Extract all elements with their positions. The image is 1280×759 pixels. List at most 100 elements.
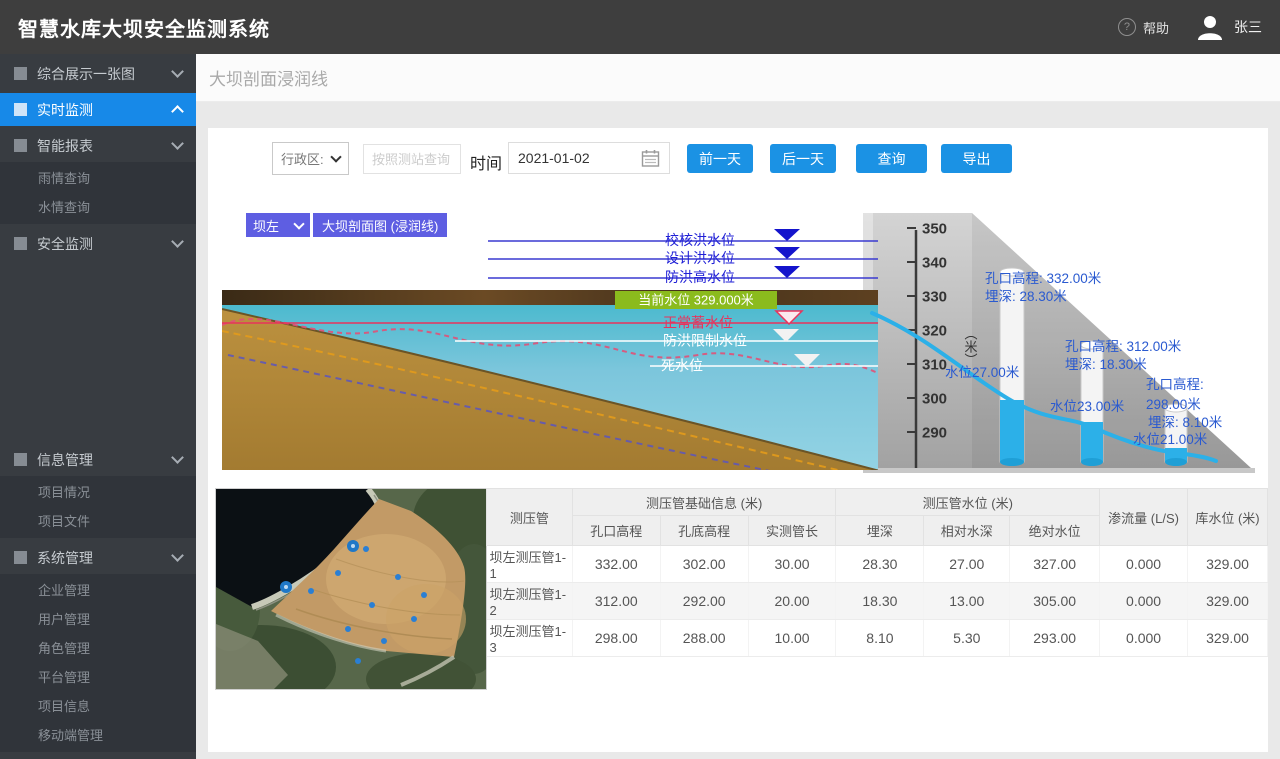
- pipe1-orifice-label: 孔口高程: 332.00米: [985, 270, 1102, 286]
- col-relative-depth: 相对水深: [924, 516, 1010, 546]
- pipe2-level-label: 水位23.00米: [1050, 399, 1125, 414]
- cell: 0.000: [1100, 620, 1188, 657]
- normal-level-label: 正常蓄水位: [663, 315, 733, 331]
- col-reservoir: 库水位 (米): [1188, 489, 1268, 546]
- dead-level-label: 死水位: [661, 358, 703, 374]
- cell: 302.00: [660, 546, 748, 583]
- chevron-down-icon: [330, 151, 341, 162]
- elevation-label: 300: [922, 391, 947, 408]
- cell: 5.30: [924, 620, 1010, 657]
- prev-day-button[interactable]: 前一天: [687, 144, 753, 173]
- cell: 298.00: [572, 620, 660, 657]
- col-seepage: 渗流量 (L/S): [1100, 489, 1188, 546]
- chevron-down-icon: [171, 235, 184, 248]
- cell: 0.000: [1100, 546, 1188, 583]
- elevation-label: 350: [922, 221, 947, 238]
- cell: 288.00: [660, 620, 748, 657]
- help-link[interactable]: 帮助: [1143, 18, 1169, 37]
- cell: 329.00: [1188, 546, 1268, 583]
- cell: 18.30: [836, 583, 924, 620]
- sidebar-item-system-mgmt[interactable]: 系统管理: [0, 541, 196, 574]
- cell: 327.00: [1010, 546, 1100, 583]
- cell: 20.00: [748, 583, 836, 620]
- chevron-up-icon: [171, 105, 184, 118]
- cell: 305.00: [1010, 583, 1100, 620]
- help-icon[interactable]: ?: [1118, 18, 1136, 36]
- pipe2-orifice-label: 孔口高程: 312.00米: [1065, 338, 1182, 354]
- sidebar-item-project-files[interactable]: 项目文件: [0, 507, 196, 536]
- region-select[interactable]: 行政区:: [272, 142, 349, 175]
- cell: 10.00: [748, 620, 836, 657]
- col-group-level: 测压管水位 (米): [836, 489, 1100, 516]
- sidebar-item-project-info[interactable]: 项目信息: [0, 692, 196, 721]
- cell: 8.10: [836, 620, 924, 657]
- sidebar-item-safety-monitor[interactable]: 安全监测: [0, 227, 196, 260]
- pipe3-orifice-label-1: 孔口高程:: [1146, 376, 1204, 392]
- col-absolute-level: 绝对水位: [1010, 516, 1100, 546]
- sidebar-item-label: 实时监测: [37, 100, 93, 120]
- sidebar-group-system-mgmt: 企业管理 用户管理 角色管理 平台管理 项目信息 移动端管理: [0, 574, 196, 752]
- query-button[interactable]: 查询: [856, 144, 927, 173]
- sidebar-item-label: 智能报表: [37, 136, 93, 156]
- sidebar-group-smart-reports: 雨情查询 水情查询: [0, 162, 196, 224]
- chevron-down-icon: [171, 451, 184, 464]
- sidebar-item-platform-mgmt[interactable]: 平台管理: [0, 663, 196, 692]
- sidebar-item-mobile-mgmt[interactable]: 移动端管理: [0, 721, 196, 750]
- sidebar-item-enterprise-mgmt[interactable]: 企业管理: [0, 576, 196, 605]
- time-label: 时间: [470, 150, 502, 174]
- elevation-label: 340: [922, 255, 947, 272]
- menu-square-icon: [14, 139, 27, 152]
- sidebar-item-smart-reports[interactable]: 智能报表: [0, 129, 196, 162]
- current-level-text: 当前水位 329.000米: [638, 293, 754, 308]
- sidebar-item-overview-map[interactable]: 综合展示一张图: [0, 57, 196, 90]
- pipe3-level-label: 水位21.00米: [1133, 432, 1208, 447]
- col-pipe-length: 实测管长: [748, 516, 836, 546]
- sidebar-item-label: 综合展示一张图: [37, 64, 135, 84]
- station-search-input[interactable]: [363, 144, 461, 174]
- user-menu[interactable]: 张三: [1195, 13, 1262, 41]
- table-row: 坝左测压管1-1 332.00 302.00 30.00 28.30 27.00…: [487, 546, 1268, 583]
- cell: 30.00: [748, 546, 836, 583]
- dam-satellite-image: [215, 488, 487, 690]
- col-bottom-elev: 孔底高程: [660, 516, 748, 546]
- col-orifice-elev: 孔口高程: [572, 516, 660, 546]
- sidebar-item-info-mgmt[interactable]: 信息管理: [0, 443, 196, 476]
- sidebar-item-project-status[interactable]: 项目情况: [0, 478, 196, 507]
- sidebar-item-realtime-monitor[interactable]: 实时监测: [0, 93, 196, 126]
- export-button[interactable]: 导出: [941, 144, 1012, 173]
- sidebar-item-user-mgmt[interactable]: 用户管理: [0, 605, 196, 634]
- calendar-icon: [641, 149, 660, 168]
- menu-square-icon: [14, 551, 27, 564]
- next-day-button[interactable]: 后一天: [770, 144, 836, 173]
- menu-square-icon: [14, 237, 27, 250]
- pipe-name: 坝左测压管1-3: [487, 620, 573, 657]
- date-input[interactable]: 2021-01-02: [508, 142, 670, 174]
- elevation-label: 290: [922, 425, 947, 442]
- pipe3-depth-label: 埋深: 8.10米: [1148, 415, 1223, 430]
- flood-high-level-label: 防洪高水位: [665, 269, 735, 285]
- sidebar-item-label: 信息管理: [37, 450, 93, 470]
- sidebar-spacer: [0, 260, 196, 440]
- design-flood-level-label: 设计洪水位: [665, 250, 735, 266]
- menu-square-icon: [14, 103, 27, 116]
- pipe2-depth-label: 埋深: 18.30米: [1065, 357, 1147, 372]
- col-group-basic: 测压管基础信息 (米): [572, 489, 836, 516]
- pipe3-orifice-label-2: 298.00米: [1146, 397, 1201, 412]
- col-burial-depth: 埋深: [836, 516, 924, 546]
- date-value: 2021-01-02: [518, 150, 590, 166]
- cell: 293.00: [1010, 620, 1100, 657]
- reservoir-photo: [222, 290, 880, 491]
- sidebar-item-rain-query[interactable]: 雨情查询: [0, 164, 196, 193]
- elevation-label: 320: [922, 323, 947, 340]
- sidebar-item-role-mgmt[interactable]: 角色管理: [0, 634, 196, 663]
- sidebar-item-label: 系统管理: [37, 548, 93, 568]
- table-group-header-row: 测压管 测压管基础信息 (米) 测压管水位 (米) 渗流量 (L/S) 库水位 …: [487, 489, 1268, 516]
- elevation-label: 310: [922, 357, 947, 374]
- sidebar-item-water-query[interactable]: 水情查询: [0, 193, 196, 222]
- check-flood-level-label: 校核洪水位: [665, 232, 735, 248]
- col-pipe: 测压管: [487, 489, 573, 546]
- table-row: 坝左测压管1-3 298.00 288.00 10.00 8.10 5.30 2…: [487, 620, 1268, 657]
- pipe1-depth-label: 埋深: 28.30米: [985, 289, 1067, 304]
- cell: 329.00: [1188, 620, 1268, 657]
- cell: 312.00: [572, 583, 660, 620]
